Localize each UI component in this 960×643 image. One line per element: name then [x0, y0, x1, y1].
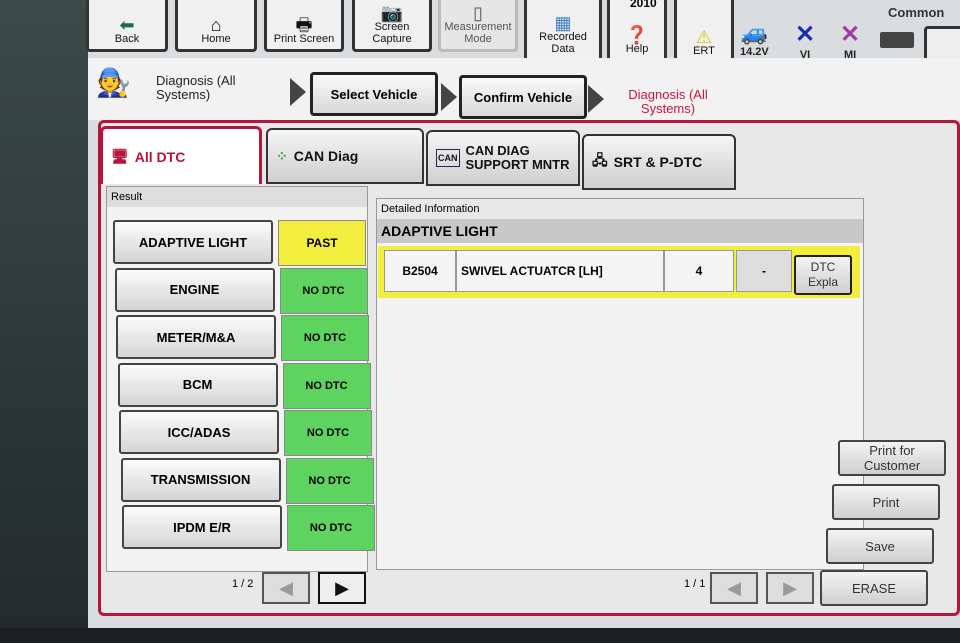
back-arrow-icon: ⬅	[119, 15, 135, 35]
system-button[interactable]: TRANSMISSION	[120, 457, 281, 502]
screen-capture-button[interactable]: 📷 Screen Capture	[352, 0, 432, 52]
screen-capture-label: Screen Capture	[372, 21, 412, 45]
warning-icon: ⚠	[695, 27, 713, 47]
detail-prev-button[interactable]: ◀	[710, 572, 758, 604]
save-button[interactable]: Save	[826, 528, 934, 564]
print-button[interactable]: Print	[832, 484, 940, 520]
ert-button[interactable]: ⚠ ERT	[674, 0, 734, 64]
battery-icon	[880, 32, 914, 48]
screen: ⬅ Back ⌂ Home 🖶 Print Screen 📷 Screen Captur…	[0, 0, 960, 630]
common-label: Common	[888, 5, 945, 20]
help-icon: ❓	[625, 25, 649, 45]
detail-page-indicator: 1 / 1	[684, 578, 706, 590]
srt-icon: 🖧	[592, 152, 608, 168]
tab-can-diag[interactable]: ⁘ CAN Diag	[266, 128, 424, 184]
print-screen-button[interactable]: 🖶 Print Screen	[264, 0, 344, 52]
home-label: Home	[201, 33, 231, 45]
tab-all-dtc[interactable]: 🖥 All DTC	[100, 126, 262, 184]
dtc-code: B2504	[384, 250, 456, 292]
printer-icon: 🖶	[295, 15, 313, 35]
year-label: 2010	[630, 0, 657, 10]
result-prev-button[interactable]: ◀	[262, 572, 310, 604]
mi-status: ✕ MI	[840, 20, 860, 61]
system-button[interactable]: IPDM E/R	[122, 505, 282, 549]
result-page-indicator: 1 / 2	[232, 578, 254, 590]
background-edge	[0, 0, 88, 630]
system-button[interactable]: ENGINE	[114, 267, 275, 312]
dtc-description: SWIVEL ACTUATCR [LH]	[456, 250, 664, 292]
chevron-right-icon	[290, 78, 306, 106]
system-status: NO DTC	[279, 267, 368, 314]
erase-button[interactable]: ERASE	[820, 570, 928, 606]
home-button[interactable]: ⌂ Home	[175, 0, 257, 52]
system-button[interactable]: ADAPTIVE LIGHT	[113, 220, 273, 264]
system-button[interactable]: BCM	[117, 362, 278, 407]
breadcrumb-start: Diagnosis (All Systems)	[156, 73, 236, 102]
system-status: NO DTC	[281, 315, 369, 361]
triangle-left-icon: ◀	[727, 577, 741, 598]
tab-label: All DTC	[134, 148, 186, 165]
tab-label: SRT & P-DTC	[613, 154, 703, 170]
car-icon: 🚙	[740, 20, 769, 45]
measurement-mode-button[interactable]: ▯ Measurement Mode	[438, 0, 518, 52]
dtc-explanation-button[interactable]: DTC Expla	[794, 255, 852, 295]
triangle-right-icon: ▶	[335, 577, 349, 598]
battery-status: 🚙 14.2V	[740, 20, 769, 58]
recorded-data-icon: ▦	[554, 13, 572, 33]
tab-can-diag-support-mntr[interactable]: CAN CAN DIAG SUPPORT MNTR	[426, 130, 580, 186]
dtc-count: 4	[664, 250, 734, 292]
system-status: PAST	[278, 220, 366, 266]
print-screen-label: Print Screen	[273, 33, 335, 45]
result-next-button[interactable]: ▶	[318, 572, 366, 604]
can-network-icon: ⁘	[276, 147, 288, 164]
system-status: NO DTC	[282, 362, 371, 409]
laptop-bezel	[0, 628, 960, 643]
mi-x-icon: ✕	[840, 21, 861, 48]
chevron-right-icon	[588, 85, 604, 113]
chevron-right-icon	[441, 83, 457, 111]
multimeter-icon: ▯	[473, 3, 483, 23]
system-button[interactable]: ICC/ADAS	[119, 410, 279, 454]
vi-status: ✕ VI	[795, 20, 815, 61]
tab-label: CAN Diag	[293, 148, 359, 164]
triangle-left-icon: ◀	[279, 577, 293, 598]
detail-next-button[interactable]: ▶	[766, 572, 814, 604]
select-vehicle-button[interactable]: Select Vehicle	[310, 72, 438, 116]
breadcrumb-current: Diagnosis (All Systems)	[628, 87, 708, 116]
technician-icon: 🧑‍🔧	[96, 67, 131, 98]
confirm-vehicle-button[interactable]: Confirm Vehicle	[459, 75, 587, 119]
system-status: NO DTC	[285, 457, 374, 504]
system-status: NO DTC	[287, 505, 375, 551]
back-label: Back	[114, 33, 140, 45]
recorded-data-button[interactable]: ▦ Recorded Data	[524, 0, 602, 62]
camera-icon: 📷	[380, 3, 404, 23]
ert-label: ERT	[693, 45, 715, 57]
home-icon: ⌂	[210, 15, 222, 35]
system-status: NO DTC	[284, 410, 372, 456]
help-label: Help	[625, 43, 649, 55]
tab-label: CAN DIAG SUPPORT MNTR	[465, 143, 570, 172]
can-icon: CAN	[436, 149, 460, 167]
system-button[interactable]: METER/M&A	[116, 315, 276, 359]
triangle-right-icon: ▶	[783, 577, 797, 598]
measurement-mode-label: Measurement Mode	[444, 21, 512, 45]
detail-system: ADAPTIVE LIGHT	[377, 219, 863, 243]
dtc-icon: 🖥	[111, 148, 129, 164]
tab-srt-p-dtc[interactable]: 🖧 SRT & P-DTC	[582, 134, 736, 190]
vi-x-icon: ✕	[795, 21, 816, 48]
dtc-extra: -	[736, 250, 792, 292]
print-for-customer-button[interactable]: Print for Customer	[838, 440, 946, 476]
recorded-data-label: Recorded Data	[539, 31, 587, 55]
result-title: Result	[107, 187, 367, 207]
detail-title: Detailed Information	[377, 199, 863, 219]
back-button[interactable]: ⬅ Back	[86, 0, 168, 52]
voltage-label: 14.2V	[740, 46, 769, 58]
